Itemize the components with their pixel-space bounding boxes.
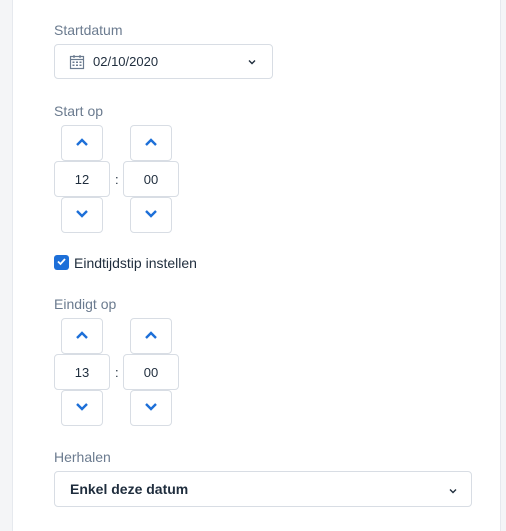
- start-date-label: Startdatum: [54, 22, 123, 38]
- set-end-time-checkbox[interactable]: [54, 255, 69, 270]
- chevron-up-icon: [75, 134, 89, 152]
- start-minute-down-button[interactable]: [130, 197, 172, 233]
- start-at-label: Start op: [54, 103, 104, 119]
- chevron-up-icon: [144, 134, 158, 152]
- end-hour-up-button[interactable]: [61, 318, 103, 354]
- start-hour-down-button[interactable]: [61, 197, 103, 233]
- end-minute-input[interactable]: 00: [123, 354, 179, 390]
- chevron-down-icon: [447, 484, 459, 496]
- chevron-up-icon: [144, 327, 158, 345]
- time-separator: :: [115, 172, 119, 187]
- end-hour-input[interactable]: 13: [54, 354, 110, 390]
- start-minute-input[interactable]: 00: [123, 161, 179, 197]
- chevron-down-icon: [144, 206, 158, 224]
- end-minute-up-button[interactable]: [130, 318, 172, 354]
- chevron-down-icon: [75, 399, 89, 417]
- set-end-time-label[interactable]: Eindtijdstip instellen: [74, 255, 197, 271]
- chevron-up-icon: [75, 327, 89, 345]
- ends-at-label: Eindigt op: [54, 296, 117, 312]
- time-separator: :: [115, 365, 119, 380]
- start-minute-up-button[interactable]: [130, 125, 172, 161]
- repeat-select[interactable]: Enkel deze datum: [54, 471, 472, 507]
- chevron-down-icon: [246, 55, 258, 67]
- start-date-picker[interactable]: 02/10/2020: [54, 44, 273, 79]
- form-panel: Startdatum 02/10/2020 Start op 12 : 00 E…: [12, 0, 501, 531]
- start-hour-input[interactable]: 12: [54, 161, 110, 197]
- repeat-value: Enkel deze datum: [70, 481, 189, 497]
- checkmark-icon: [56, 254, 67, 272]
- chevron-down-icon: [144, 399, 158, 417]
- end-minute-down-button[interactable]: [130, 390, 172, 426]
- calendar-icon: [69, 54, 85, 70]
- start-hour-up-button[interactable]: [61, 125, 103, 161]
- repeat-label: Herhalen: [54, 449, 111, 465]
- start-date-value: 02/10/2020: [93, 54, 159, 69]
- end-hour-down-button[interactable]: [61, 390, 103, 426]
- chevron-down-icon: [75, 206, 89, 224]
